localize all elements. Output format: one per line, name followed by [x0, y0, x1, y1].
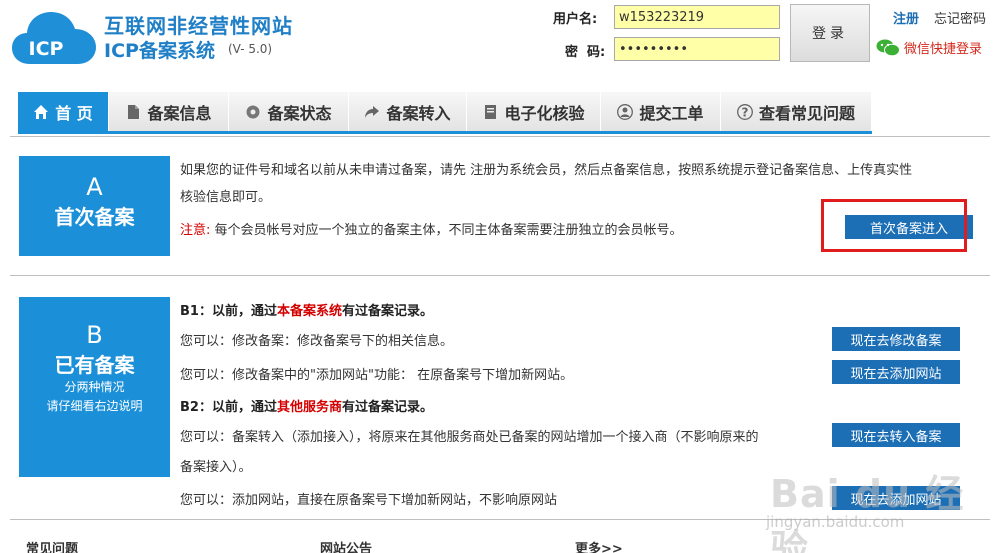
site-subtitle: ICP备案系统 — [104, 40, 215, 62]
faq-heading: 常见问题 — [26, 542, 79, 553]
more-link[interactable]: 更多>> — [575, 538, 623, 553]
tab-label: 首 页 — [55, 103, 93, 123]
username-input[interactable] — [614, 5, 780, 29]
section-note-1: 分两种情况 — [64, 380, 125, 394]
wechat-icon — [876, 39, 900, 56]
section-letter: B — [86, 321, 103, 349]
first-record-notice: 注意: 每个会员帐号对应一个独立的备案主体，不同主体备案需要注册独立的会员帐号。 — [180, 222, 683, 240]
password-input[interactable] — [614, 37, 780, 61]
notice-label: 注意: — [180, 223, 211, 238]
notebook-icon — [485, 104, 497, 119]
question-icon: ? — [737, 103, 753, 120]
b2-heading-highlight: 其他服务商 — [276, 400, 342, 415]
b2-heading-pre: B2：以前，通过 — [180, 400, 277, 415]
svg-text:?: ? — [742, 105, 749, 119]
version-label: (V- 5.0) — [228, 42, 273, 56]
b1-heading-post: 有过备案记录。 — [341, 304, 433, 319]
first-record-panel: A 首次备案 — [19, 156, 170, 256]
b2-line-1a: 您可以：备案转入（添加接入），将原来在其他服务商处已备案的网站增加一个接入商（不… — [180, 430, 759, 445]
section-title: 首次备案 — [54, 205, 135, 229]
b1-heading-highlight: 本备案系统 — [276, 304, 342, 319]
home-icon — [34, 104, 49, 119]
tab-label: 查看常见问题 — [758, 103, 855, 123]
tab-faq[interactable]: ? 查看常见问题 — [721, 92, 872, 131]
b1-line-1: 您可以：修改备案：修改备案号下的相关信息。 — [180, 334, 454, 349]
section-letter: A — [86, 173, 103, 201]
wechat-login-link[interactable]: 微信快捷登录 — [876, 38, 982, 57]
logo-text: ICP — [29, 38, 64, 60]
highlight-frame — [821, 199, 967, 252]
modify-record-button[interactable]: 现在去修改备案 — [832, 327, 960, 351]
b2-heading-post: 有过备案记录。 — [341, 400, 433, 415]
tab-label: 备案转入 — [386, 103, 451, 123]
wechat-login-label: 微信快捷登录 — [904, 42, 983, 57]
tab-submit-ticket[interactable]: 提交工单 — [601, 92, 721, 131]
tab-record-info[interactable]: 备案信息 — [109, 92, 229, 131]
main-nav: 首 页 备案信息 备案状态 备案转入 电子化核验 提交工单 ? 查看常见问题 — [18, 92, 872, 134]
tab-electronic-check[interactable]: 电子化核验 — [467, 92, 601, 131]
gear-icon — [246, 105, 260, 118]
first-record-desc-2: 核验信息即可。 — [180, 190, 272, 205]
user-icon — [617, 103, 634, 120]
notice-heading: 网站公告 — [320, 542, 373, 553]
tab-record-transfer[interactable]: 备案转入 — [349, 92, 467, 131]
tab-record-status[interactable]: 备案状态 — [229, 92, 349, 131]
login-button[interactable]: 登录 — [790, 4, 870, 62]
section-divider — [10, 275, 990, 276]
b1-heading-pre: B1：以前，通过 — [180, 304, 277, 319]
existing-record-panel: B 已有备案 分两种情况 请仔细看右边说明 — [19, 297, 170, 477]
site-title: 互联网非经营性网站 — [104, 14, 293, 38]
tab-home[interactable]: 首 页 — [18, 92, 109, 131]
share-arrow-icon — [365, 105, 380, 118]
section-note-2: 请仔细看右边说明 — [46, 399, 143, 413]
tab-label: 提交工单 — [639, 103, 704, 123]
register-link[interactable]: 注册 — [893, 8, 919, 27]
tab-label: 备案信息 — [147, 103, 212, 123]
watermark-url: jingyan.baidu.com — [766, 513, 905, 531]
b1-line-2: 您可以：修改备案中的"添加网站"功能： 在原备案号下增加新网站。 — [180, 368, 574, 383]
tab-label: 电子化核验 — [504, 103, 585, 123]
nav-divider — [10, 136, 990, 137]
b2-heading: B2：以前，通过其他服务商有过备案记录。 — [180, 399, 433, 417]
baidu-watermark: Bai du 经验 jingyan.baidu.com — [760, 443, 990, 553]
first-record-desc-1: 如果您的证件号和域名以前从未申请过备案，请先 注册为系统会员，然后点备案信息，按… — [180, 163, 913, 178]
notice-text: 每个会员帐号对应一个独立的备案主体，不同主体备案需要注册独立的会员帐号。 — [214, 223, 683, 238]
watermark-brand: Bai du 经验 — [770, 472, 965, 553]
icp-cloud-logo: ICP — [12, 12, 96, 64]
b1-heading: B1：以前，通过本备案系统有过备案记录。 — [180, 303, 433, 321]
b2-line-2: 您可以：添加网站，直接在原备案号下增加新网站，不影响原网站 — [180, 493, 558, 508]
add-website-button[interactable]: 现在去添加网站 — [832, 360, 960, 384]
section-title: 已有备案 — [54, 353, 135, 377]
password-label: 密 码: — [565, 45, 606, 60]
forgot-password-link[interactable]: 忘记密码 — [934, 8, 986, 27]
username-label: 用户名: — [553, 12, 598, 27]
b2-line-1b: 备案接入）。 — [180, 460, 252, 475]
tab-label: 备案状态 — [267, 103, 332, 123]
document-icon — [128, 104, 140, 119]
